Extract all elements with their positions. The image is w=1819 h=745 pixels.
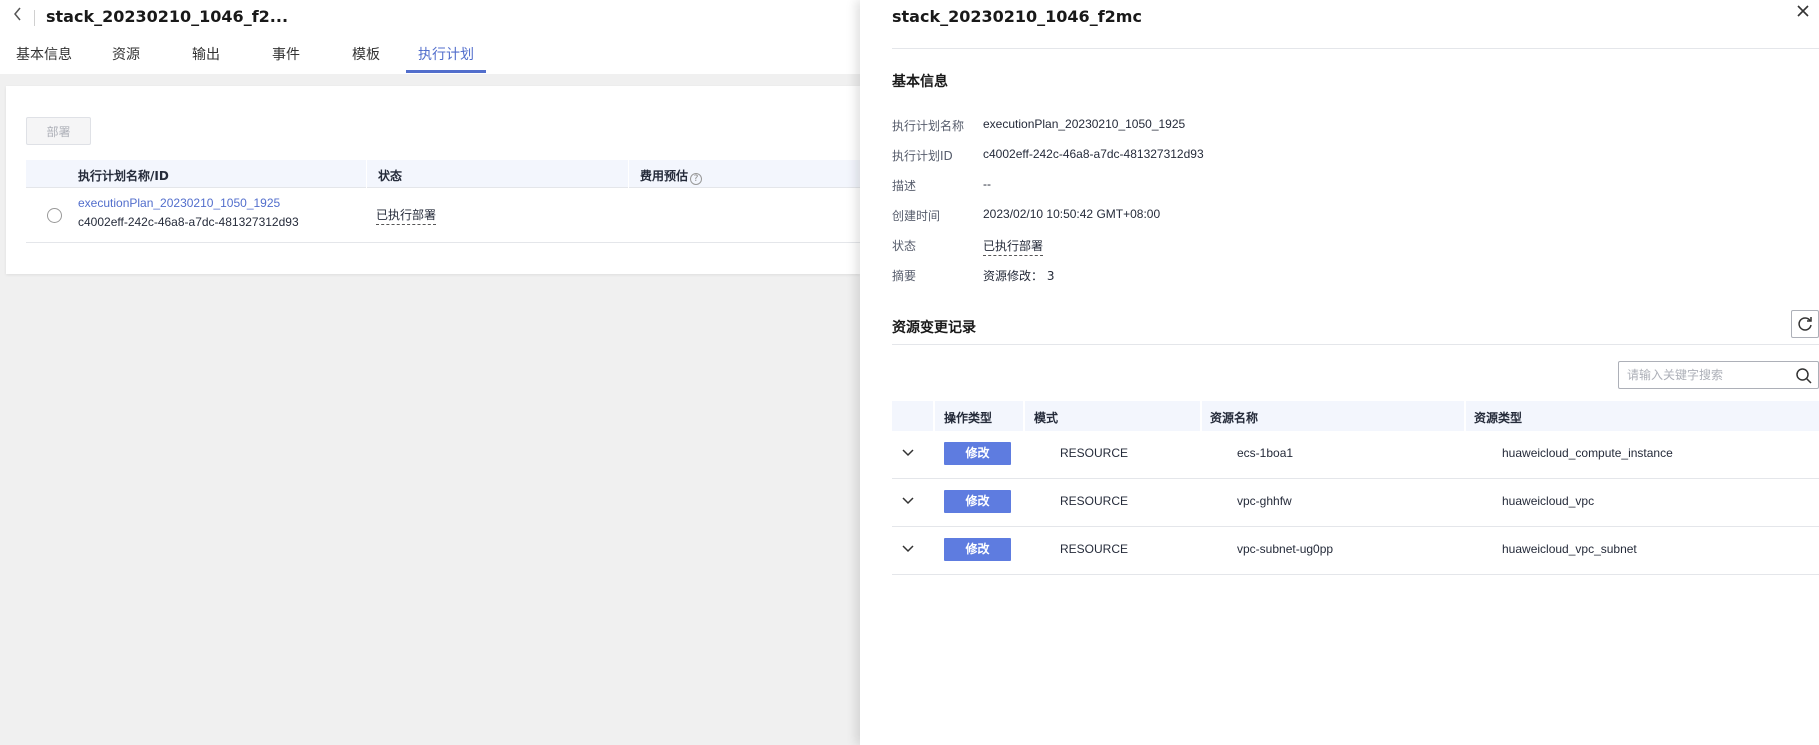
table-row: 修改 RESOURCE vpc-subnet-ug0pp huaweicloud… [892,527,1819,575]
search-icon[interactable] [1795,367,1813,385]
field-label: 摘要 [892,269,917,283]
record-resource-type: huaweicloud_vpc_subnet [1502,542,1637,556]
operation-badge: 修改 [944,538,1011,561]
search-box [1618,361,1819,389]
field-value-summary: 资源修改： 3 [983,269,1055,283]
execution-plan-card: 部署 执行计划名称/ID 状态 费用预估? executionPlan_2023… [6,86,860,274]
field-label: 状态 [892,239,917,253]
help-icon[interactable]: ? [690,173,703,185]
drawer-divider [892,48,1819,49]
record-mode: RESOURCE [1060,446,1129,460]
record-resource-name: ecs-1boa1 [1237,446,1294,460]
table-row: 修改 RESOURCE ecs-1boa1 huaweicloud_comput… [892,431,1819,479]
col-divider [1023,401,1025,431]
col-plan-name: 执行计划名称/ID [78,169,169,183]
col-cost-estimate: 费用预估? [640,167,703,185]
row-select-radio[interactable] [47,208,62,223]
basic-info-title: 基本信息 [892,74,948,90]
records-table-header: 操作类型 模式 资源名称 资源类型 [892,401,1819,431]
chevron-down-icon[interactable] [900,444,916,460]
tab-resources[interactable]: 资源 [112,44,140,74]
field-value-plan-id: c4002eff-242c-46a8-a7dc-481327312d93 [983,147,1204,161]
tab-basic-info[interactable]: 基本信息 [16,44,72,74]
tab-outputs[interactable]: 输出 [192,44,220,74]
search-input[interactable] [1627,366,1787,384]
stack-detail-page: stack_20230210_1046_f2... 基本信息 资源 输出 事件 … [0,0,860,745]
section-divider [892,344,1819,345]
chevron-down-icon[interactable] [900,492,916,508]
status-badge[interactable]: 已执行部署 [983,237,1044,256]
col-resource-name: 资源名称 [1210,411,1259,425]
deploy-button[interactable]: 部署 [26,117,91,145]
col-divider [1200,401,1202,431]
col-divider [628,160,629,188]
field-label: 执行计划ID [892,149,953,163]
table-row[interactable]: executionPlan_20230210_1050_1925 c4002ef… [26,188,860,243]
col-divider [1464,401,1466,431]
execution-plan-drawer: stack_20230210_1046_f2mc 基本信息 执行计划名称 exe… [860,0,1819,745]
field-label: 描述 [892,179,917,193]
refresh-icon [1798,317,1812,331]
col-mode: 模式 [1034,411,1059,425]
field-value-plan-name: executionPlan_20230210_1050_1925 [983,117,1186,131]
header-divider [34,10,35,26]
table-row: 修改 RESOURCE vpc-ghhfw huaweicloud_vpc [892,479,1819,527]
plan-table-header: 执行计划名称/ID 状态 费用预估? [26,160,860,188]
page-title: stack_20230210_1046_f2... [46,7,289,26]
record-resource-type: huaweicloud_compute_instance [1502,446,1673,460]
close-icon[interactable] [1796,2,1814,24]
col-divider [366,160,367,188]
field-value-description: -- [983,177,991,191]
field-label: 执行计划名称 [892,119,965,133]
field-value-created-time: 2023/02/10 10:50:42 GMT+08:00 [983,207,1161,221]
refresh-button[interactable] [1791,310,1819,338]
plan-name-link[interactable]: executionPlan_20230210_1050_1925 [78,196,280,210]
status-text[interactable]: 已执行部署 [376,206,437,225]
record-resource-type: huaweicloud_vpc [1502,494,1595,508]
record-mode: RESOURCE [1060,494,1129,508]
change-records-title: 资源变更记录 [892,320,976,336]
col-divider [933,401,935,431]
back-arrow-icon[interactable] [12,6,28,28]
col-resource-type: 资源类型 [1474,411,1523,425]
record-resource-name: vpc-ghhfw [1237,494,1292,508]
tab-events[interactable]: 事件 [272,44,300,74]
tab-template[interactable]: 模板 [352,44,380,74]
col-status: 状态 [378,169,403,183]
operation-badge: 修改 [944,442,1011,465]
operation-badge: 修改 [944,490,1011,513]
record-resource-name: vpc-subnet-ug0pp [1237,542,1334,556]
chevron-down-icon[interactable] [900,540,916,556]
drawer-title: stack_20230210_1046_f2mc [892,7,1142,26]
plan-id: c4002eff-242c-46a8-a7dc-481327312d93 [78,215,299,229]
record-mode: RESOURCE [1060,542,1129,556]
col-operation-type: 操作类型 [944,411,993,425]
field-label: 创建时间 [892,209,941,223]
page-header: stack_20230210_1046_f2... 基本信息 资源 输出 事件 … [0,0,860,74]
active-tab-indicator [406,70,486,73]
